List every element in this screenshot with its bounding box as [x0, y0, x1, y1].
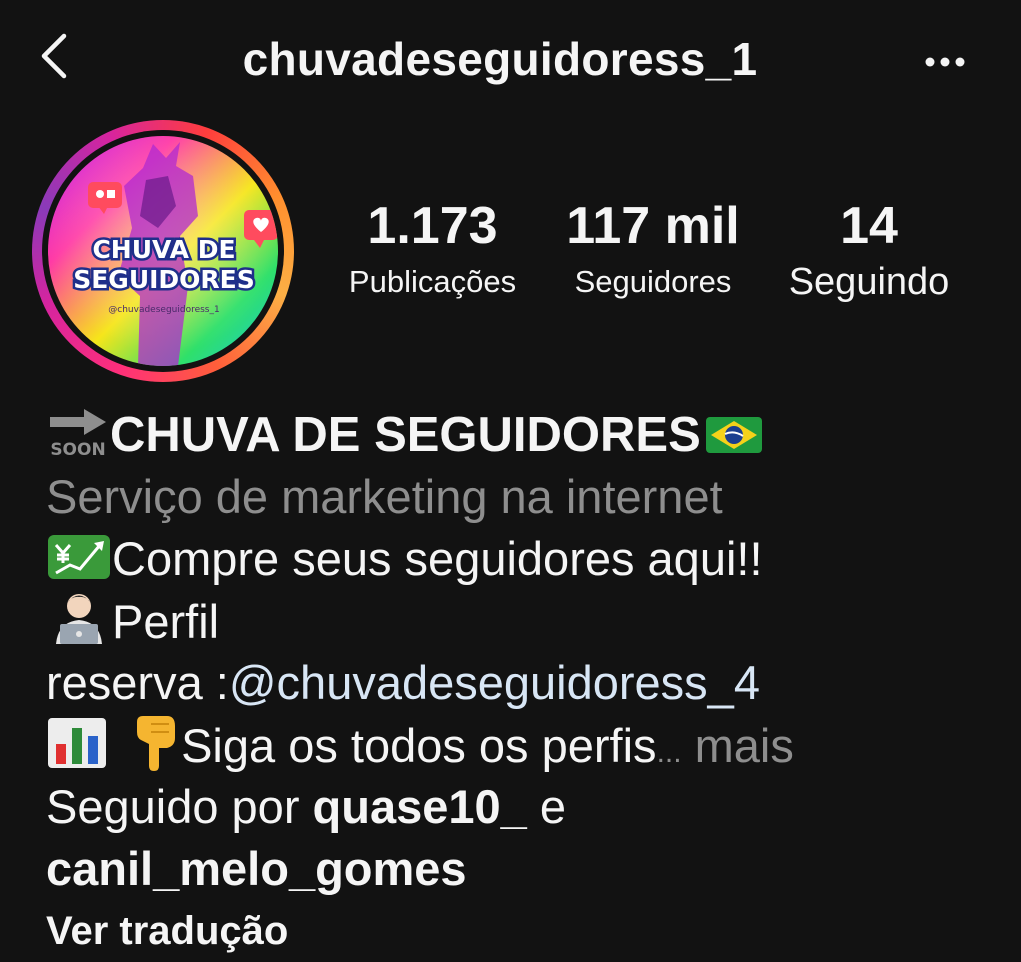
more-options-button[interactable]: [918, 40, 972, 84]
stat-followers[interactable]: 117 mil Seguidores: [548, 196, 758, 302]
profile-bio: SOON CHUVA DE SEGUIDORES Serviço de mark…: [46, 404, 996, 962]
bar-chart-emoji: [48, 718, 106, 768]
more-dots-icon: [925, 57, 965, 67]
following-count: 14: [840, 197, 898, 255]
followers-label: Seguidores: [574, 264, 732, 299]
bio-line-follow: Siga os todos os perfis... mais: [46, 714, 996, 776]
svg-text:@chuvadeseguidoress_1: @chuvadeseguidoress_1: [108, 305, 219, 315]
pointing-down-emoji: [137, 716, 176, 771]
svg-text:CHUVA DE: CHUVA DE: [92, 235, 235, 264]
bio-follow-text: Siga os todos os perfis: [181, 719, 657, 772]
bio-reserve-text: reserva :: [46, 656, 229, 709]
followers-count: 117 mil: [566, 197, 740, 255]
posts-label: Publicações: [348, 264, 517, 299]
follower-user-2[interactable]: canil_melo_gomes: [46, 838, 996, 900]
bio-more-button[interactable]: mais: [682, 719, 794, 772]
profile-avatar[interactable]: CHUVA DE SEGUIDORES @chuvadeseguidoress_…: [48, 136, 278, 366]
stat-following[interactable]: 14 Seguindo: [764, 196, 974, 302]
brazil-flag-emoji: [705, 417, 762, 453]
following-label: Seguindo: [788, 261, 950, 303]
follower-user-1[interactable]: quase10_: [313, 780, 527, 833]
profile-username: chuvadeseguidoress_1: [242, 33, 758, 85]
bio-line-buy: Compre seus seguidores aqui!!: [46, 528, 996, 590]
reserve-profile-link[interactable]: @chuvadeseguidoress_4: [229, 656, 760, 709]
followed-by-line[interactable]: Seguido por quase10_ e: [46, 776, 996, 838]
profile-header: chuvadeseguidoress_1: [0, 0, 1021, 120]
bio-ellipsis: ...: [656, 736, 682, 769]
story-ring[interactable]: CHUVA DE SEGUIDORES @chuvadeseguidoress_…: [32, 120, 294, 382]
posts-count: 1.173: [367, 197, 498, 255]
chart-yen-emoji: [48, 535, 110, 579]
bio-buy-text: Compre seus seguidores aqui!!: [112, 532, 763, 585]
profile-display-name: CHUVA DE SEGUIDORES: [110, 408, 701, 462]
soon-arrow-emoji: SOON: [50, 409, 106, 459]
profile-category: Serviço de marketing na internet: [46, 470, 723, 523]
see-translation-button[interactable]: Ver tradução: [46, 900, 996, 962]
followed-by-prefix: Seguido por: [46, 780, 313, 833]
technologist-emoji: [56, 594, 102, 644]
svg-text:SOON: SOON: [50, 440, 105, 459]
bio-line-reserve: reserva :@chuvadeseguidoress_4: [46, 652, 996, 714]
svg-text:SEGUIDORES: SEGUIDORES: [73, 265, 255, 294]
bio-line-profile: Perfil: [46, 590, 996, 652]
bio-profile-text: Perfil: [112, 595, 220, 648]
profile-name-row: SOON CHUVA DE SEGUIDORES: [46, 404, 996, 466]
followed-by-conjunction: e: [526, 780, 567, 833]
stat-posts[interactable]: 1.173 Publicações: [330, 196, 535, 302]
